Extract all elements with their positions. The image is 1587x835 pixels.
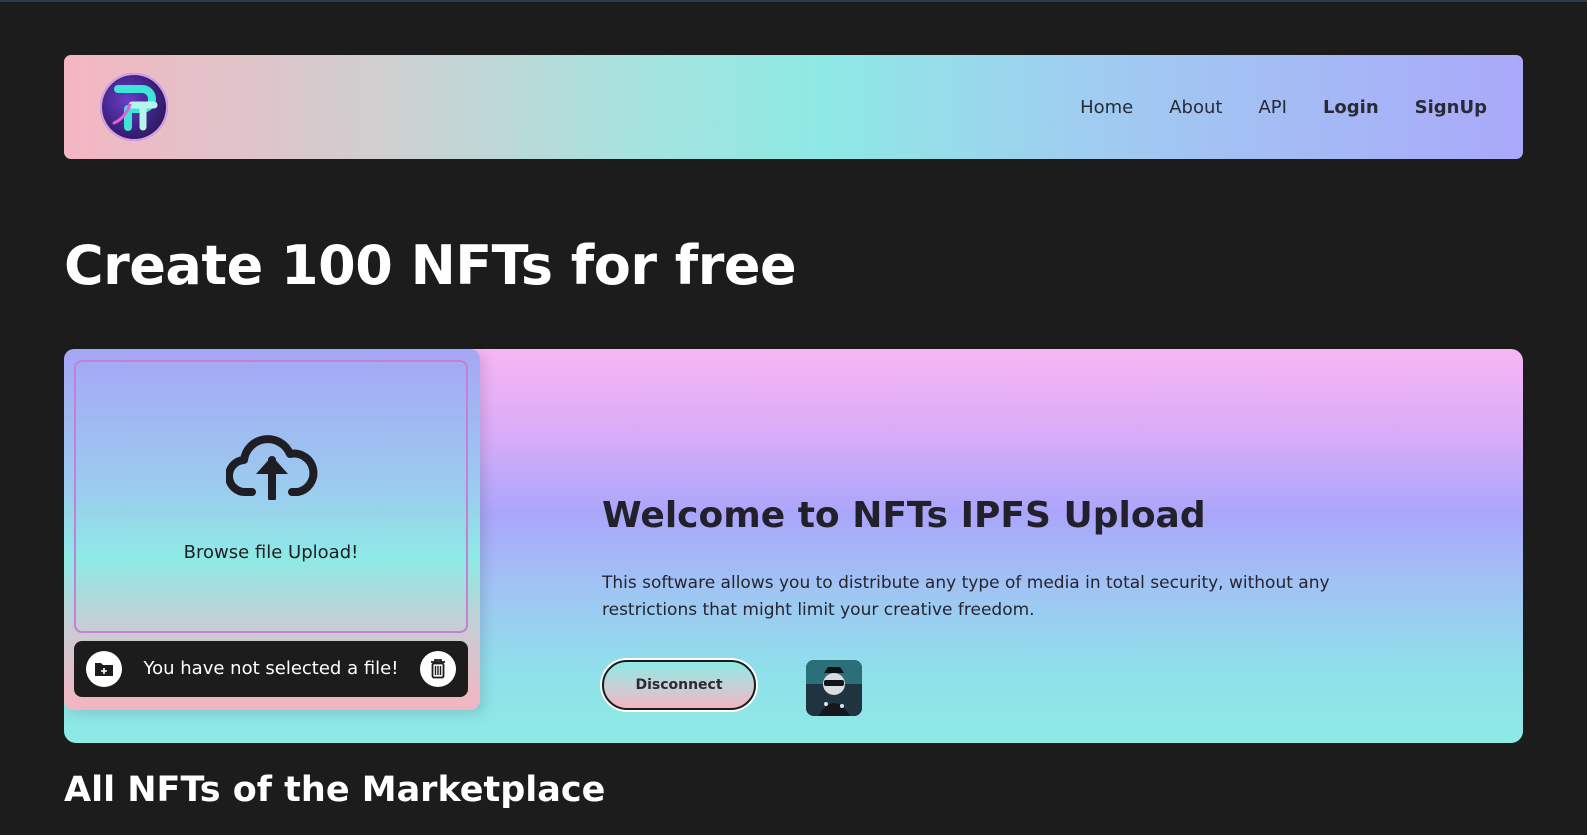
page-title: Create 100 NFTs for free [64, 234, 797, 297]
disconnect-button[interactable]: Disconnect [602, 660, 756, 710]
nav-signup-link[interactable]: SignUp [1415, 97, 1487, 118]
drop-zone-label: Browse file Upload! [183, 542, 359, 563]
file-status-bar: You have not selected a file! [74, 641, 468, 697]
hero-section: Browse file Upload! You have not selecte… [64, 349, 1523, 743]
navbar: Home About API Login SignUp [64, 55, 1523, 159]
nav-about-link[interactable]: About [1169, 97, 1222, 118]
nav-api-link[interactable]: API [1258, 97, 1286, 118]
site-logo[interactable] [100, 73, 168, 141]
folder-add-icon[interactable] [86, 651, 122, 687]
nav-links: Home About API Login SignUp [1080, 55, 1487, 159]
user-avatar[interactable] [806, 660, 862, 716]
trash-icon[interactable] [420, 651, 456, 687]
marketplace-section-title: All NFTs of the Marketplace [64, 770, 606, 810]
cloud-upload-icon [226, 435, 318, 500]
welcome-description: This software allows you to distribute a… [602, 573, 1330, 620]
welcome-title: Welcome to NFTs IPFS Upload [602, 495, 1206, 536]
upload-card: Browse file Upload! You have not selecte… [64, 349, 480, 710]
file-drop-zone[interactable]: Browse file Upload! [74, 360, 468, 633]
nav-login-link[interactable]: Login [1323, 97, 1379, 118]
nav-home-link[interactable]: Home [1080, 97, 1133, 118]
file-status-text: You have not selected a file! [143, 658, 399, 679]
window-top-border [0, 0, 1587, 2]
